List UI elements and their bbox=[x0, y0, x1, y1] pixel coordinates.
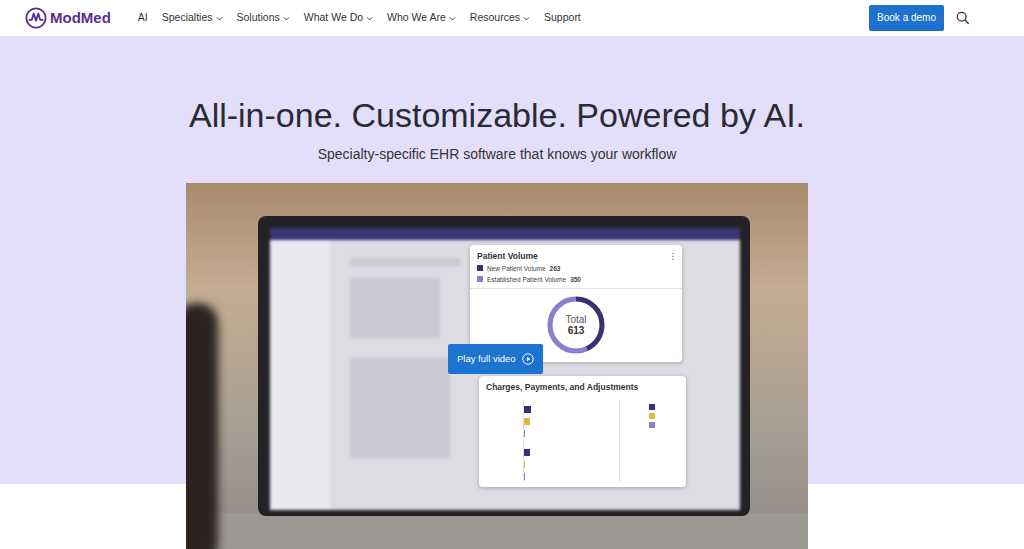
logo-icon bbox=[25, 7, 47, 29]
bar-group bbox=[516, 443, 643, 486]
more-options-icon[interactable] bbox=[671, 252, 675, 261]
chevron-down-icon[interactable] bbox=[523, 15, 530, 22]
nav-link-label: Specialties bbox=[162, 10, 213, 26]
top-navigation: ModMed AI Specialties Solutions What We Do Wh… bbox=[0, 0, 1024, 36]
chevron-down-icon[interactable] bbox=[283, 15, 290, 22]
nav-link-label: AI bbox=[138, 10, 148, 26]
app-block bbox=[350, 258, 460, 266]
nav-link-label: Resources bbox=[470, 10, 520, 26]
chevron-down-icon[interactable] bbox=[449, 15, 456, 22]
card-header: Charges, Payments, and Adjustments bbox=[486, 381, 679, 394]
card-header: Patient Volume bbox=[477, 250, 675, 263]
legend-value: 263 bbox=[550, 263, 561, 274]
desk bbox=[186, 513, 808, 549]
bar bbox=[524, 430, 525, 437]
logo-text: ModMed bbox=[50, 7, 111, 30]
bar bbox=[524, 473, 525, 480]
logo[interactable]: ModMed bbox=[25, 7, 111, 30]
play-icon bbox=[522, 353, 534, 365]
donut-center: Total613 bbox=[544, 293, 608, 357]
chart-legend bbox=[649, 400, 679, 482]
nav-link[interactable]: Solutions bbox=[237, 10, 290, 26]
legend-label: Established Patient Volume bbox=[487, 274, 566, 285]
app-sidebar bbox=[270, 240, 330, 510]
total-label: Total bbox=[565, 314, 586, 325]
nav-link[interactable]: What We Do bbox=[304, 10, 373, 26]
legend-item: Established Patient Volume 350 bbox=[477, 274, 675, 285]
nav-link-label: Solutions bbox=[237, 10, 280, 26]
app-block bbox=[350, 278, 440, 338]
total-value: 613 bbox=[568, 325, 585, 336]
nav-link[interactable]: Resources bbox=[470, 10, 530, 26]
chevron-down-icon[interactable] bbox=[216, 15, 223, 22]
nav-link-label: What We Do bbox=[304, 10, 363, 26]
legend-value: 350 bbox=[570, 274, 581, 285]
card-title: Charges, Payments, and Adjustments bbox=[486, 381, 638, 394]
search-icon[interactable] bbox=[956, 11, 970, 25]
play-video-button[interactable]: Play full video bbox=[448, 344, 543, 374]
bar-group bbox=[516, 400, 643, 443]
legend-swatch bbox=[477, 265, 483, 271]
book-demo-button[interactable]: Book a demo bbox=[869, 5, 944, 31]
nav-link[interactable]: Who We Are bbox=[387, 10, 456, 26]
chevron-down-icon[interactable] bbox=[366, 15, 373, 22]
legend-swatch bbox=[649, 404, 655, 410]
hero: All-in-one. Customizable. Powered by AI.… bbox=[0, 36, 1024, 549]
video-preview[interactable]: Patient VolumeNew Patient Volume 263Estab… bbox=[186, 183, 808, 549]
bar bbox=[524, 418, 530, 425]
play-label: Play full video bbox=[457, 352, 516, 366]
legend-swatch bbox=[649, 413, 655, 419]
nav-link[interactable]: Support bbox=[544, 10, 581, 26]
nav-link[interactable]: AI bbox=[138, 10, 148, 26]
hero-title: All-in-one. Customizable. Powered by AI. bbox=[0, 95, 994, 136]
chart-body bbox=[486, 400, 679, 482]
nav-link-label: Support bbox=[544, 10, 581, 26]
donut-segment bbox=[550, 299, 602, 351]
card-title: Patient Volume bbox=[477, 250, 538, 263]
legend-item: New Patient Volume 263 bbox=[477, 263, 675, 274]
bar bbox=[524, 449, 530, 456]
nav-link-label: Who We Are bbox=[387, 10, 446, 26]
divider bbox=[470, 288, 682, 289]
nav-link[interactable]: Specialties bbox=[162, 10, 223, 26]
bar bbox=[524, 461, 525, 468]
charges-card: Charges, Payments, and Adjustments bbox=[479, 376, 686, 487]
legend-swatch bbox=[477, 276, 483, 282]
hero-subtitle: Specialty-specific EHR software that kno… bbox=[0, 144, 994, 164]
app-block bbox=[350, 358, 450, 458]
legend-label: New Patient Volume bbox=[487, 263, 546, 274]
app-header bbox=[270, 228, 740, 240]
donut-chart: Total613 bbox=[544, 293, 608, 357]
donut-segment bbox=[550, 299, 602, 351]
nav-links: AI Specialties Solutions What We Do Who We A… bbox=[138, 10, 581, 26]
legend-swatch bbox=[649, 422, 655, 428]
bar bbox=[524, 406, 531, 413]
person-silhouette bbox=[186, 303, 218, 549]
bar-chart bbox=[486, 400, 643, 482]
